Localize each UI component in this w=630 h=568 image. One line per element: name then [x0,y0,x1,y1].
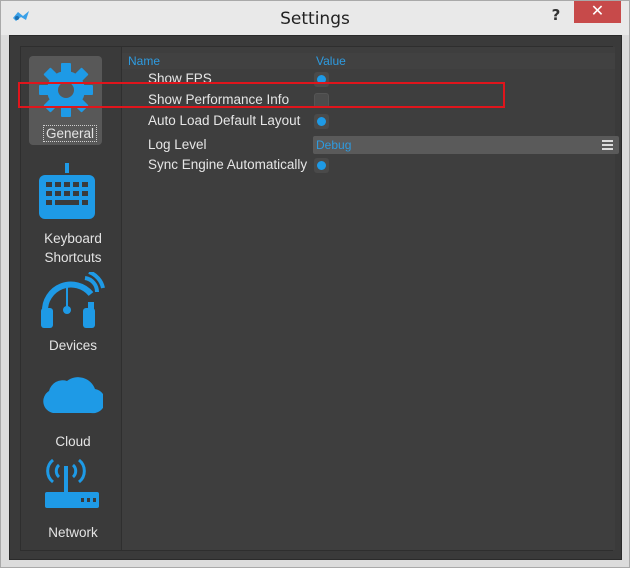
keyboard-icon [39,163,95,219]
sidebar-item-label: Devices [48,338,97,353]
setting-row-sync-engine-automatically: Sync Engine Automatically [122,155,615,176]
log-level-value: Debug [316,138,352,152]
window-title: Settings [280,9,350,29]
router-icon [45,458,99,508]
setting-row-log-level: Log Level Debug [122,133,619,157]
headphones-icon [41,272,105,328]
settings-window: Settings ? ✕ General Keyboard Shortcuts … [0,0,630,568]
sidebar-item-devices[interactable]: Devices [21,262,121,354]
setting-row-auto-load-default-layout: Auto Load Default Layout [122,111,615,132]
column-header-name: Name [128,54,161,68]
setting-label: Auto Load Default Layout [148,113,301,128]
cloud-icon [43,377,103,414]
settings-content: General Keyboard Shortcuts Devices Cloud… [20,46,619,551]
sidebar-item-label: Network [48,525,98,540]
help-button[interactable]: ? [545,4,567,26]
sidebar-item-keyboard-shortcuts[interactable]: Keyboard Shortcuts [21,159,121,265]
column-header-value: Value [316,54,346,68]
setting-label: Sync Engine Automatically [148,157,308,172]
dropdown-menu-icon [602,140,613,150]
sidebar-item-label: General [42,125,98,142]
sidebar-item-cloud[interactable]: Cloud [21,359,121,451]
settings-frame: General Keyboard Shortcuts Devices Cloud… [9,35,622,560]
highlight-box [18,82,505,108]
settings-table: Name Value Show FPS Show Performance Inf… [121,47,619,550]
title-bar[interactable]: Settings ? ✕ [1,1,629,35]
table-header: Name Value [122,53,615,69]
auto-load-default-layout-toggle[interactable] [314,114,329,129]
log-level-dropdown[interactable]: Debug [313,136,619,154]
sidebar-item-label: Cloud [55,434,91,449]
close-button[interactable]: ✕ [574,1,621,23]
sidebar-item-network[interactable]: Network [21,454,121,546]
sync-engine-automatically-toggle[interactable] [314,158,329,173]
sidebar: General Keyboard Shortcuts Devices Cloud… [21,47,121,550]
setting-label: Log Level [148,137,207,152]
